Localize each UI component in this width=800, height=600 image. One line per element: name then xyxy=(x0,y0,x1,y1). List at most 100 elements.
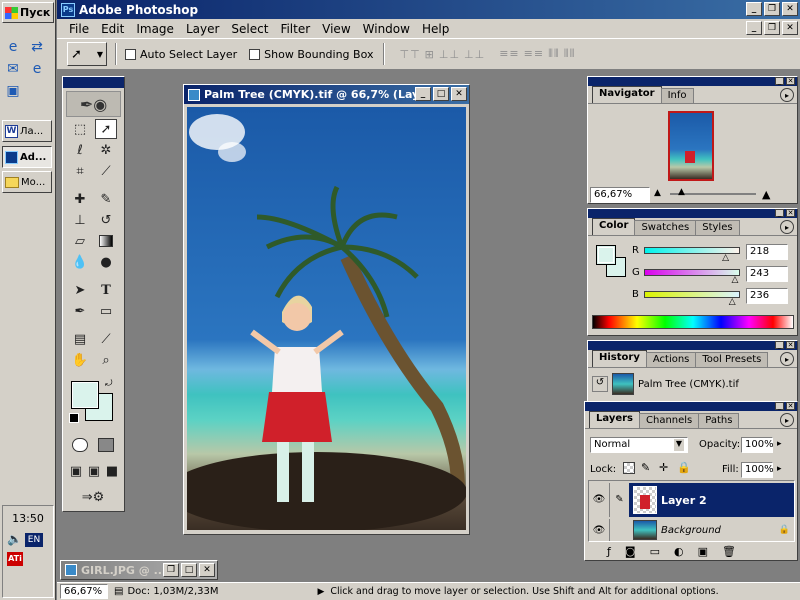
status-menu-icon[interactable]: ▶ xyxy=(317,587,324,597)
task-button-folder[interactable]: Мо... xyxy=(2,171,52,193)
menu-file[interactable]: File xyxy=(63,22,95,36)
document-title-bar[interactable]: Palm Tree (CMYK).tif @ 66,7% (Lay... _ □… xyxy=(184,85,469,104)
minimized-close-button[interactable]: ✕ xyxy=(199,563,215,577)
pen-tool-icon[interactable]: ✒ xyxy=(69,301,91,321)
hand-tool-icon[interactable]: ✋ xyxy=(69,350,91,370)
move-tool-icon[interactable]: ➚ xyxy=(95,119,117,139)
lock-image-icon[interactable]: ✎ xyxy=(641,461,650,474)
volume-icon[interactable]: 🔈 xyxy=(7,532,22,546)
opacity-arrow-icon[interactable]: ▸ xyxy=(777,439,782,449)
navigator-thumbnail[interactable] xyxy=(668,111,714,181)
color-channel-slider[interactable] xyxy=(644,269,740,276)
color-channel-value[interactable]: 243 xyxy=(746,266,788,282)
canvas-image[interactable] xyxy=(187,107,466,530)
shape-tool-icon[interactable]: ▭ xyxy=(95,301,117,321)
minimize-button[interactable]: _ xyxy=(746,2,762,16)
blur-tool-icon[interactable]: 💧 xyxy=(69,252,91,272)
new-set-icon[interactable]: ▭ xyxy=(650,545,660,558)
tab-layers[interactable]: Layers xyxy=(589,411,640,428)
delete-layer-icon[interactable]: 🗑 xyxy=(722,545,736,558)
outlook-icon[interactable]: ✉ xyxy=(4,60,22,78)
tab-styles[interactable]: Styles xyxy=(695,220,740,235)
zoom-out-icon[interactable]: ▲ xyxy=(654,188,661,198)
opacity-field[interactable]: 100% xyxy=(741,437,774,453)
distribute-top-icon[interactable]: ≡≡ xyxy=(499,47,519,61)
tab-swatches[interactable]: Swatches xyxy=(634,220,697,235)
status-zoom-field[interactable]: 66,67% xyxy=(60,584,108,599)
document-window-girl-minimized[interactable]: GIRL.JPG @ ... ❐ □ ✕ xyxy=(60,560,218,580)
menu-layer[interactable]: Layer xyxy=(180,22,225,36)
gradient-tool-icon[interactable] xyxy=(95,231,117,251)
task-button-photoshop[interactable]: Ad... xyxy=(2,146,52,168)
eye-icon[interactable]: 👁 xyxy=(589,483,609,517)
quick-mask-mode-icon[interactable] xyxy=(95,435,117,455)
panel-close-button[interactable]: ✕ xyxy=(786,402,795,410)
lock-position-icon[interactable]: ✛ xyxy=(659,461,668,474)
distribute-middle-icon[interactable]: ≡≡ xyxy=(524,47,544,61)
panel-title-bar[interactable]: _ ✕ xyxy=(588,341,797,350)
network-icon[interactable]: ⇄ xyxy=(28,38,46,56)
blend-mode-select[interactable]: Normal ▼ xyxy=(590,437,688,453)
menu-image[interactable]: Image xyxy=(130,22,180,36)
close-button[interactable]: ✕ xyxy=(782,2,798,16)
brush-link-icon[interactable]: ✎ xyxy=(609,483,629,517)
restore-button[interactable]: ❐ xyxy=(764,2,780,16)
ati-icon[interactable]: ATi xyxy=(7,552,23,566)
tab-color[interactable]: Color xyxy=(592,218,636,235)
tab-history[interactable]: History xyxy=(592,350,647,367)
menu-window[interactable]: Window xyxy=(357,22,416,36)
zoom-slider-handle[interactable]: ▲ xyxy=(678,187,685,197)
history-item[interactable]: ↺ Palm Tree (CMYK).tif xyxy=(592,371,792,397)
align-center-icon[interactable]: ⊥⊥ xyxy=(464,48,485,61)
panel-title-bar[interactable]: _ ✕ xyxy=(588,77,797,86)
navigator-zoom-field[interactable]: 66,67% xyxy=(590,187,650,203)
slice-tool-icon[interactable]: ⟋ xyxy=(95,161,117,181)
history-brush-tool-icon[interactable]: ↺ xyxy=(95,210,117,230)
panel-menu-icon[interactable]: ▸ xyxy=(780,88,794,102)
color-channel-slider[interactable] xyxy=(644,291,740,298)
eyedropper-tool-icon[interactable]: ⟋ xyxy=(95,329,117,349)
tab-navigator[interactable]: Navigator xyxy=(592,86,662,103)
panel-minimize-button[interactable]: _ xyxy=(775,402,784,410)
distribute-left-icon[interactable]: ⦀⦀ xyxy=(548,47,560,61)
path-selection-tool-icon[interactable]: ➤ xyxy=(69,280,91,300)
standard-mode-icon[interactable] xyxy=(69,435,91,455)
crop-tool-icon[interactable]: ⌗ xyxy=(69,161,91,181)
full-screen-mode-icon[interactable]: ■ xyxy=(103,461,121,481)
dodge-tool-icon[interactable]: ● xyxy=(95,252,117,272)
task-button-word[interactable]: W Ла... xyxy=(2,120,52,142)
panel-menu-icon[interactable]: ▸ xyxy=(780,413,794,427)
color-channel-value[interactable]: 218 xyxy=(746,244,788,260)
language-indicator[interactable]: EN xyxy=(25,533,43,547)
swap-colors-icon[interactable]: ⤾ xyxy=(105,379,113,389)
lasso-tool-icon[interactable]: ℓ xyxy=(69,140,91,160)
menu-edit[interactable]: Edit xyxy=(95,22,130,36)
marquee-tool-icon[interactable]: ⬚ xyxy=(69,119,91,139)
color-ramp[interactable] xyxy=(592,315,794,329)
start-button[interactable]: Пуск xyxy=(2,2,54,23)
align-left-icon[interactable]: ⊥⊥ xyxy=(439,48,460,61)
brush-tool-icon[interactable]: ✎ xyxy=(95,189,117,209)
align-top-icon[interactable]: ⊤⊤ xyxy=(399,48,420,61)
jump-to-imageready-icon[interactable]: ⇒⚙ xyxy=(69,487,117,507)
slider-handle-icon[interactable]: △ xyxy=(722,253,729,263)
tab-channels[interactable]: Channels xyxy=(639,413,700,428)
doc-window-close-button[interactable]: ✕ xyxy=(451,87,467,101)
foreground-background-colors[interactable]: ⤾ xyxy=(69,379,119,425)
panel-menu-icon[interactable]: ▸ xyxy=(780,352,794,366)
add-mask-icon[interactable]: ◙ xyxy=(625,545,636,558)
zoom-in-icon[interactable]: ▲ xyxy=(762,188,770,201)
slider-handle-icon[interactable]: △ xyxy=(729,297,736,307)
doc-minimize-button[interactable]: _ xyxy=(746,21,762,35)
eraser-tool-icon[interactable]: ▱ xyxy=(69,231,91,251)
panel-title-bar[interactable]: _ ✕ xyxy=(585,402,797,411)
show-bounding-box-checkbox[interactable]: Show Bounding Box xyxy=(249,48,373,61)
color-channel-value[interactable]: 236 xyxy=(746,288,788,304)
align-middle-icon[interactable]: ⊞ xyxy=(425,48,435,61)
lock-all-icon[interactable]: 🔒 xyxy=(677,461,691,474)
panel-title-bar[interactable]: _ ✕ xyxy=(588,209,797,218)
layer-row-background[interactable]: 👁 Background 🔒 xyxy=(589,519,794,541)
browser-icon[interactable]: e xyxy=(28,60,46,78)
history-brush-source-icon[interactable]: ↺ xyxy=(592,376,608,392)
clone-stamp-tool-icon[interactable]: ⊥ xyxy=(69,210,91,230)
